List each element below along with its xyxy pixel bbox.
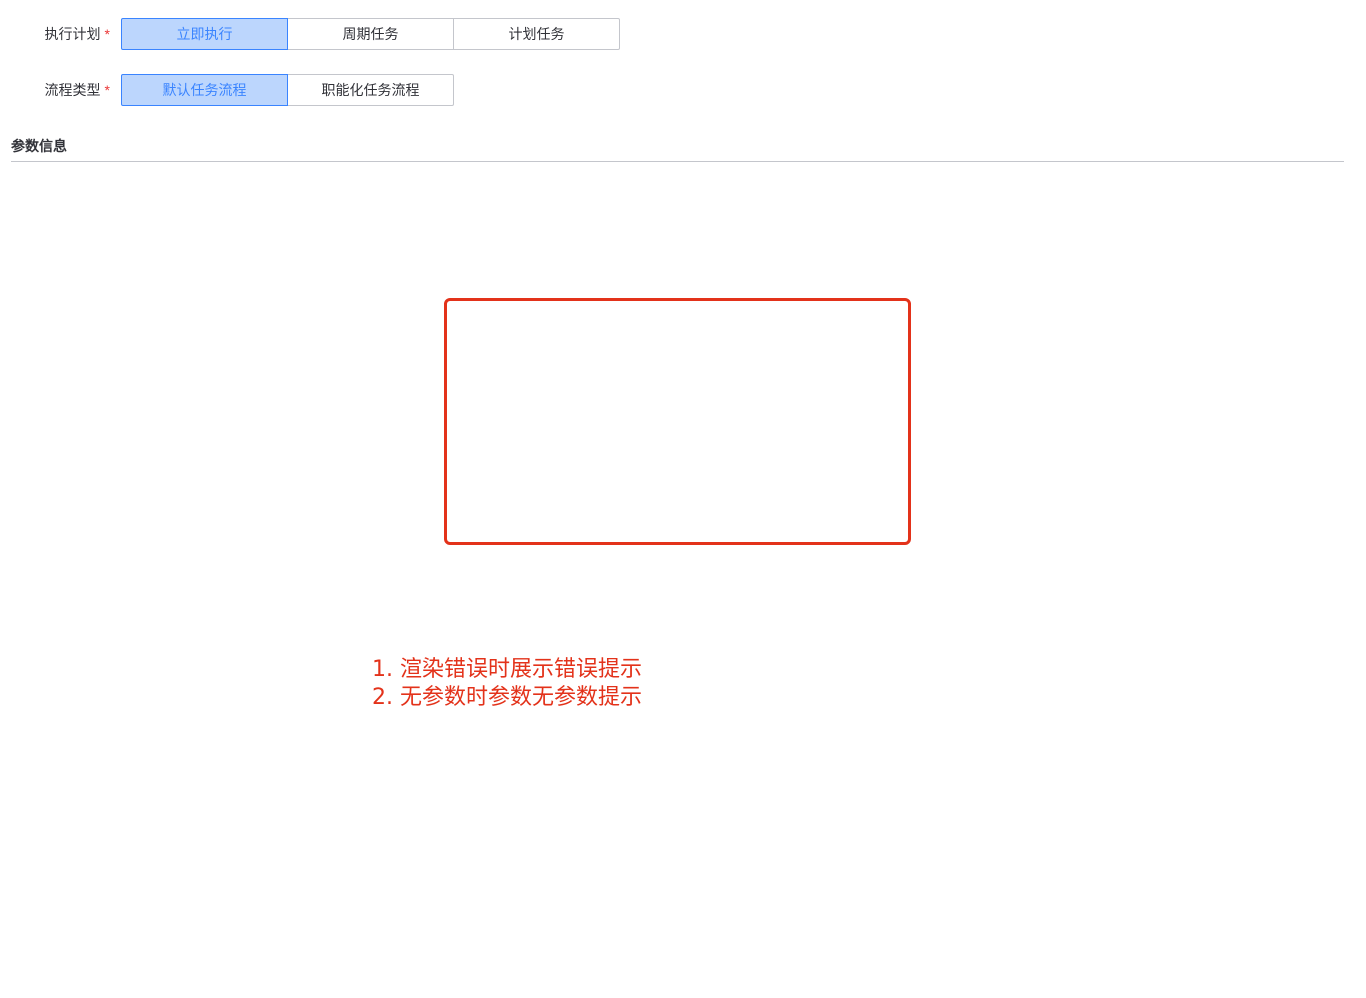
execution-plan-row: 执行计划 * 立即执行 周期任务 计划任务: [0, 18, 620, 50]
scheduled-task-button[interactable]: 计划任务: [454, 18, 620, 50]
periodic-task-button[interactable]: 周期任务: [288, 18, 454, 50]
functional-flow-button[interactable]: 职能化任务流程: [288, 74, 454, 106]
flow-type-label: 流程类型 *: [0, 80, 121, 100]
flow-type-label-text: 流程类型: [44, 82, 101, 98]
required-mark: *: [104, 82, 110, 98]
immediate-execute-button[interactable]: 立即执行: [121, 18, 288, 50]
flow-type-row: 流程类型 * 默认任务流程 职能化任务流程: [0, 74, 454, 106]
execution-plan-label-text: 执行计划: [44, 26, 101, 42]
section-divider: [11, 161, 1344, 162]
required-mark: *: [104, 26, 110, 42]
annotation-highlight-box: [444, 298, 911, 545]
params-section-title: 参数信息: [11, 138, 67, 154]
flow-type-button-group: 默认任务流程 职能化任务流程: [121, 74, 454, 106]
default-flow-button[interactable]: 默认任务流程: [121, 74, 288, 106]
execution-plan-label: 执行计划 *: [0, 24, 121, 44]
execution-plan-button-group: 立即执行 周期任务 计划任务: [121, 18, 620, 50]
annotation-note: 1. 渲染错误时展示错误提示: [372, 657, 642, 682]
annotation-notes: 1. 渲染错误时展示错误提示 2. 无参数时参数无参数提示: [372, 656, 642, 712]
annotation-note: 2. 无参数时参数无参数提示: [372, 685, 642, 710]
